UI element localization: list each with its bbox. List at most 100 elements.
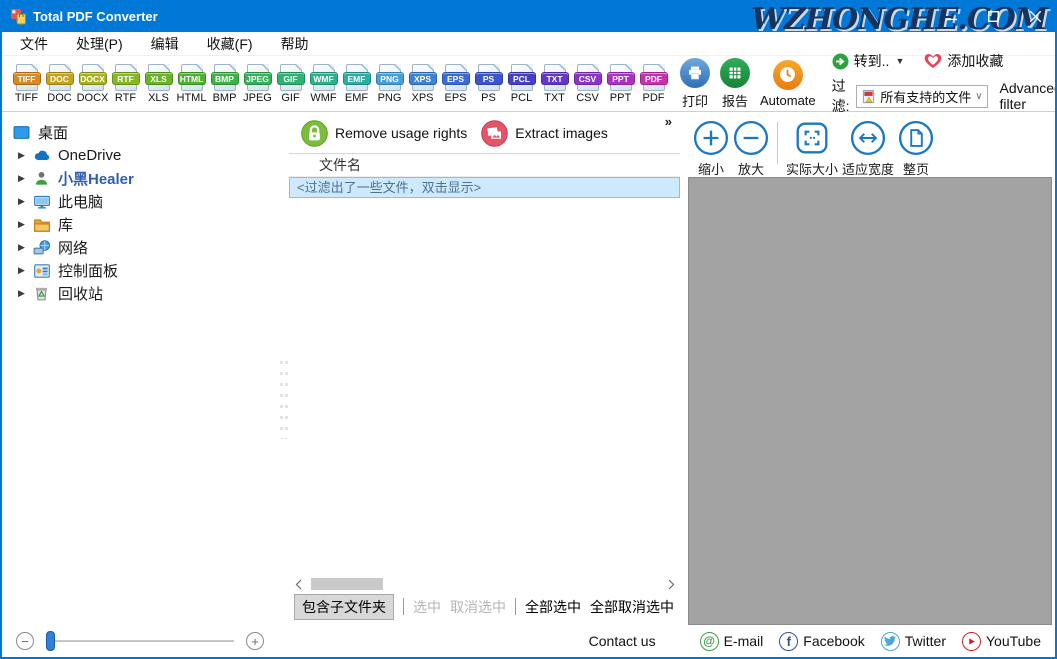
format-button-eps[interactable]: EPS EPS: [439, 63, 472, 104]
format-button-pdf[interactable]: PDF PDF: [637, 63, 670, 104]
print-button[interactable]: 打印: [680, 57, 710, 110]
preview-tool-1[interactable]: 放大: [733, 120, 769, 178]
filter-file-icon: [863, 89, 875, 103]
format-button-gif[interactable]: GIF GIF: [274, 63, 307, 104]
format-button-ps[interactable]: PS PS: [472, 63, 505, 104]
preview-tool-2[interactable]: 实际大小: [786, 120, 838, 178]
window-title: Total PDF Converter: [33, 8, 158, 24]
scroll-left-icon[interactable]: [291, 576, 305, 592]
file-badge-icon: EPS: [441, 63, 470, 91]
tree-item-7[interactable]: ▶ 回收站: [2, 282, 280, 305]
maximize-button[interactable]: [973, 0, 1013, 32]
horizontal-scrollbar[interactable]: [289, 575, 680, 593]
filename-column-header[interactable]: 文件名: [289, 154, 680, 177]
file-badge-icon: DOCX: [78, 63, 107, 91]
menu-item-1[interactable]: 处理(P): [76, 34, 123, 54]
e-mail-link[interactable]: @ E-mail: [699, 631, 763, 651]
scroll-right-icon[interactable]: [664, 576, 678, 592]
panel-splitter[interactable]: [279, 113, 289, 625]
goto-arrow-icon: [832, 53, 849, 69]
expand-arrow-icon[interactable]: ▶: [18, 150, 32, 161]
expand-arrow-icon[interactable]: ▶: [18, 242, 32, 253]
minimize-button[interactable]: [931, 0, 971, 32]
format-button-ppt[interactable]: PPT PPT: [604, 63, 637, 104]
format-button-xls[interactable]: XLS XLS: [142, 63, 175, 104]
menu-item-0[interactable]: 文件: [20, 34, 48, 54]
slider-minus-icon[interactable]: −: [16, 632, 34, 650]
format-button-xps[interactable]: XPS XPS: [406, 63, 439, 104]
expand-arrow-icon[interactable]: ▶: [18, 288, 32, 299]
preview-tool-4[interactable]: 整页: [898, 120, 934, 178]
format-button-html[interactable]: HTML HTML: [175, 63, 208, 104]
expand-arrow-icon[interactable]: ▶: [18, 219, 32, 230]
format-button-bmp[interactable]: BMP BMP: [208, 63, 241, 104]
filter-group: 转到.. ▼ 添加收藏 过滤: 所有支持的文件 ∨ Advanced filte…: [832, 51, 1055, 116]
format-button-wmf[interactable]: WMF WMF: [307, 63, 340, 104]
format-button-png[interactable]: PNG PNG: [373, 63, 406, 104]
selection-button-1[interactable]: 选中: [413, 597, 441, 617]
selection-button-0[interactable]: 包含子文件夹: [294, 593, 394, 620]
close-button[interactable]: [1015, 0, 1055, 32]
format-button-emf[interactable]: EMF EMF: [340, 63, 373, 104]
selection-button-2[interactable]: 取消选中: [450, 597, 506, 617]
clock-icon: [772, 59, 803, 90]
expand-arrow-icon[interactable]: ▶: [18, 265, 32, 276]
menu-item-2[interactable]: 编辑: [151, 34, 179, 54]
automate-button[interactable]: Automate: [760, 59, 816, 108]
format-button-csv[interactable]: CSV CSV: [571, 63, 604, 104]
preview-tool-3[interactable]: 适应宽度: [842, 120, 894, 178]
tree-item-1[interactable]: ▶ OneDrive: [2, 144, 280, 167]
file-badge-icon: PCL: [507, 63, 536, 91]
tree-item-4[interactable]: ▶ 库: [2, 213, 280, 236]
filter-dropdown[interactable]: 所有支持的文件 ∨: [856, 84, 988, 108]
menu-item-4[interactable]: 帮助: [281, 34, 309, 54]
goto-button[interactable]: 转到.. ▼: [832, 51, 904, 71]
scrollbar-track[interactable]: [305, 576, 664, 592]
file-badge-icon: EMF: [342, 63, 371, 91]
advanced-filter-link[interactable]: Advanced filter: [1000, 80, 1055, 112]
menu-item-3[interactable]: 收藏(F): [207, 34, 253, 54]
extract-images-button[interactable]: Extract images: [481, 119, 608, 147]
format-button-pcl[interactable]: PCL PCL: [505, 63, 538, 104]
overflow-chevron[interactable]: »: [665, 114, 672, 129]
file-list-panel: Remove usage rights Extract images » 文件名…: [289, 113, 680, 620]
remove-usage-rights-button[interactable]: Remove usage rights: [301, 119, 467, 147]
file-row[interactable]: <过滤出了一些文件，双击显示>: [289, 177, 680, 198]
youtube-link[interactable]: YouTube: [961, 631, 1041, 651]
tree-item-0[interactable]: 桌面: [2, 121, 280, 144]
tree-item-6[interactable]: ▶ 控制面板: [2, 259, 280, 282]
file-badge-icon: HTML: [177, 63, 206, 91]
file-badge-icon: DOC: [45, 63, 74, 91]
report-icon: [720, 57, 750, 88]
preview-panel: 缩小 放大 实际大小 适应宽度 整页: [688, 113, 1055, 625]
youtube-icon: [961, 631, 981, 651]
add-favorites-button[interactable]: 添加收藏: [924, 51, 1003, 71]
format-button-docx[interactable]: DOCX DOCX: [76, 63, 109, 104]
scrollbar-thumb[interactable]: [311, 578, 383, 590]
expand-arrow-icon[interactable]: ▶: [18, 173, 32, 184]
zoom-slider[interactable]: [46, 631, 234, 651]
tree-item-5[interactable]: ▶ 网络: [2, 236, 280, 259]
selection-button-3[interactable]: 全部选中: [525, 597, 581, 617]
twitter-icon: [880, 631, 900, 651]
expand-arrow-icon[interactable]: ▶: [18, 196, 32, 207]
preview-tool-0[interactable]: 缩小: [693, 120, 729, 178]
format-button-jpeg[interactable]: JPEG JPEG: [241, 63, 274, 104]
contact-us-link[interactable]: Contact us: [589, 633, 656, 649]
format-button-txt[interactable]: TXT TXT: [538, 63, 571, 104]
slider-plus-icon[interactable]: +: [246, 632, 264, 650]
format-button-doc[interactable]: DOC DOC: [43, 63, 76, 104]
tree-item-2[interactable]: ▶ 小黑Healer: [2, 167, 280, 190]
file-badge-icon: PPT: [606, 63, 635, 91]
report-button[interactable]: 报告: [720, 57, 750, 110]
tree-item-3[interactable]: ▶ 此电脑: [2, 190, 280, 213]
format-button-rtf[interactable]: RTF RTF: [109, 63, 142, 104]
facebook-link[interactable]: f Facebook: [779, 631, 865, 651]
selection-button-4[interactable]: 全部取消选中: [590, 597, 674, 617]
slider-thumb[interactable]: [46, 631, 55, 651]
format-button-tiff[interactable]: TIFF TIFF: [10, 63, 43, 104]
zoom-toolbar: 缩小 放大 实际大小 适应宽度 整页: [688, 113, 1055, 178]
twitter-link[interactable]: Twitter: [880, 631, 946, 651]
email-icon: @: [699, 631, 719, 651]
file-badge-icon: BMP: [210, 63, 239, 91]
